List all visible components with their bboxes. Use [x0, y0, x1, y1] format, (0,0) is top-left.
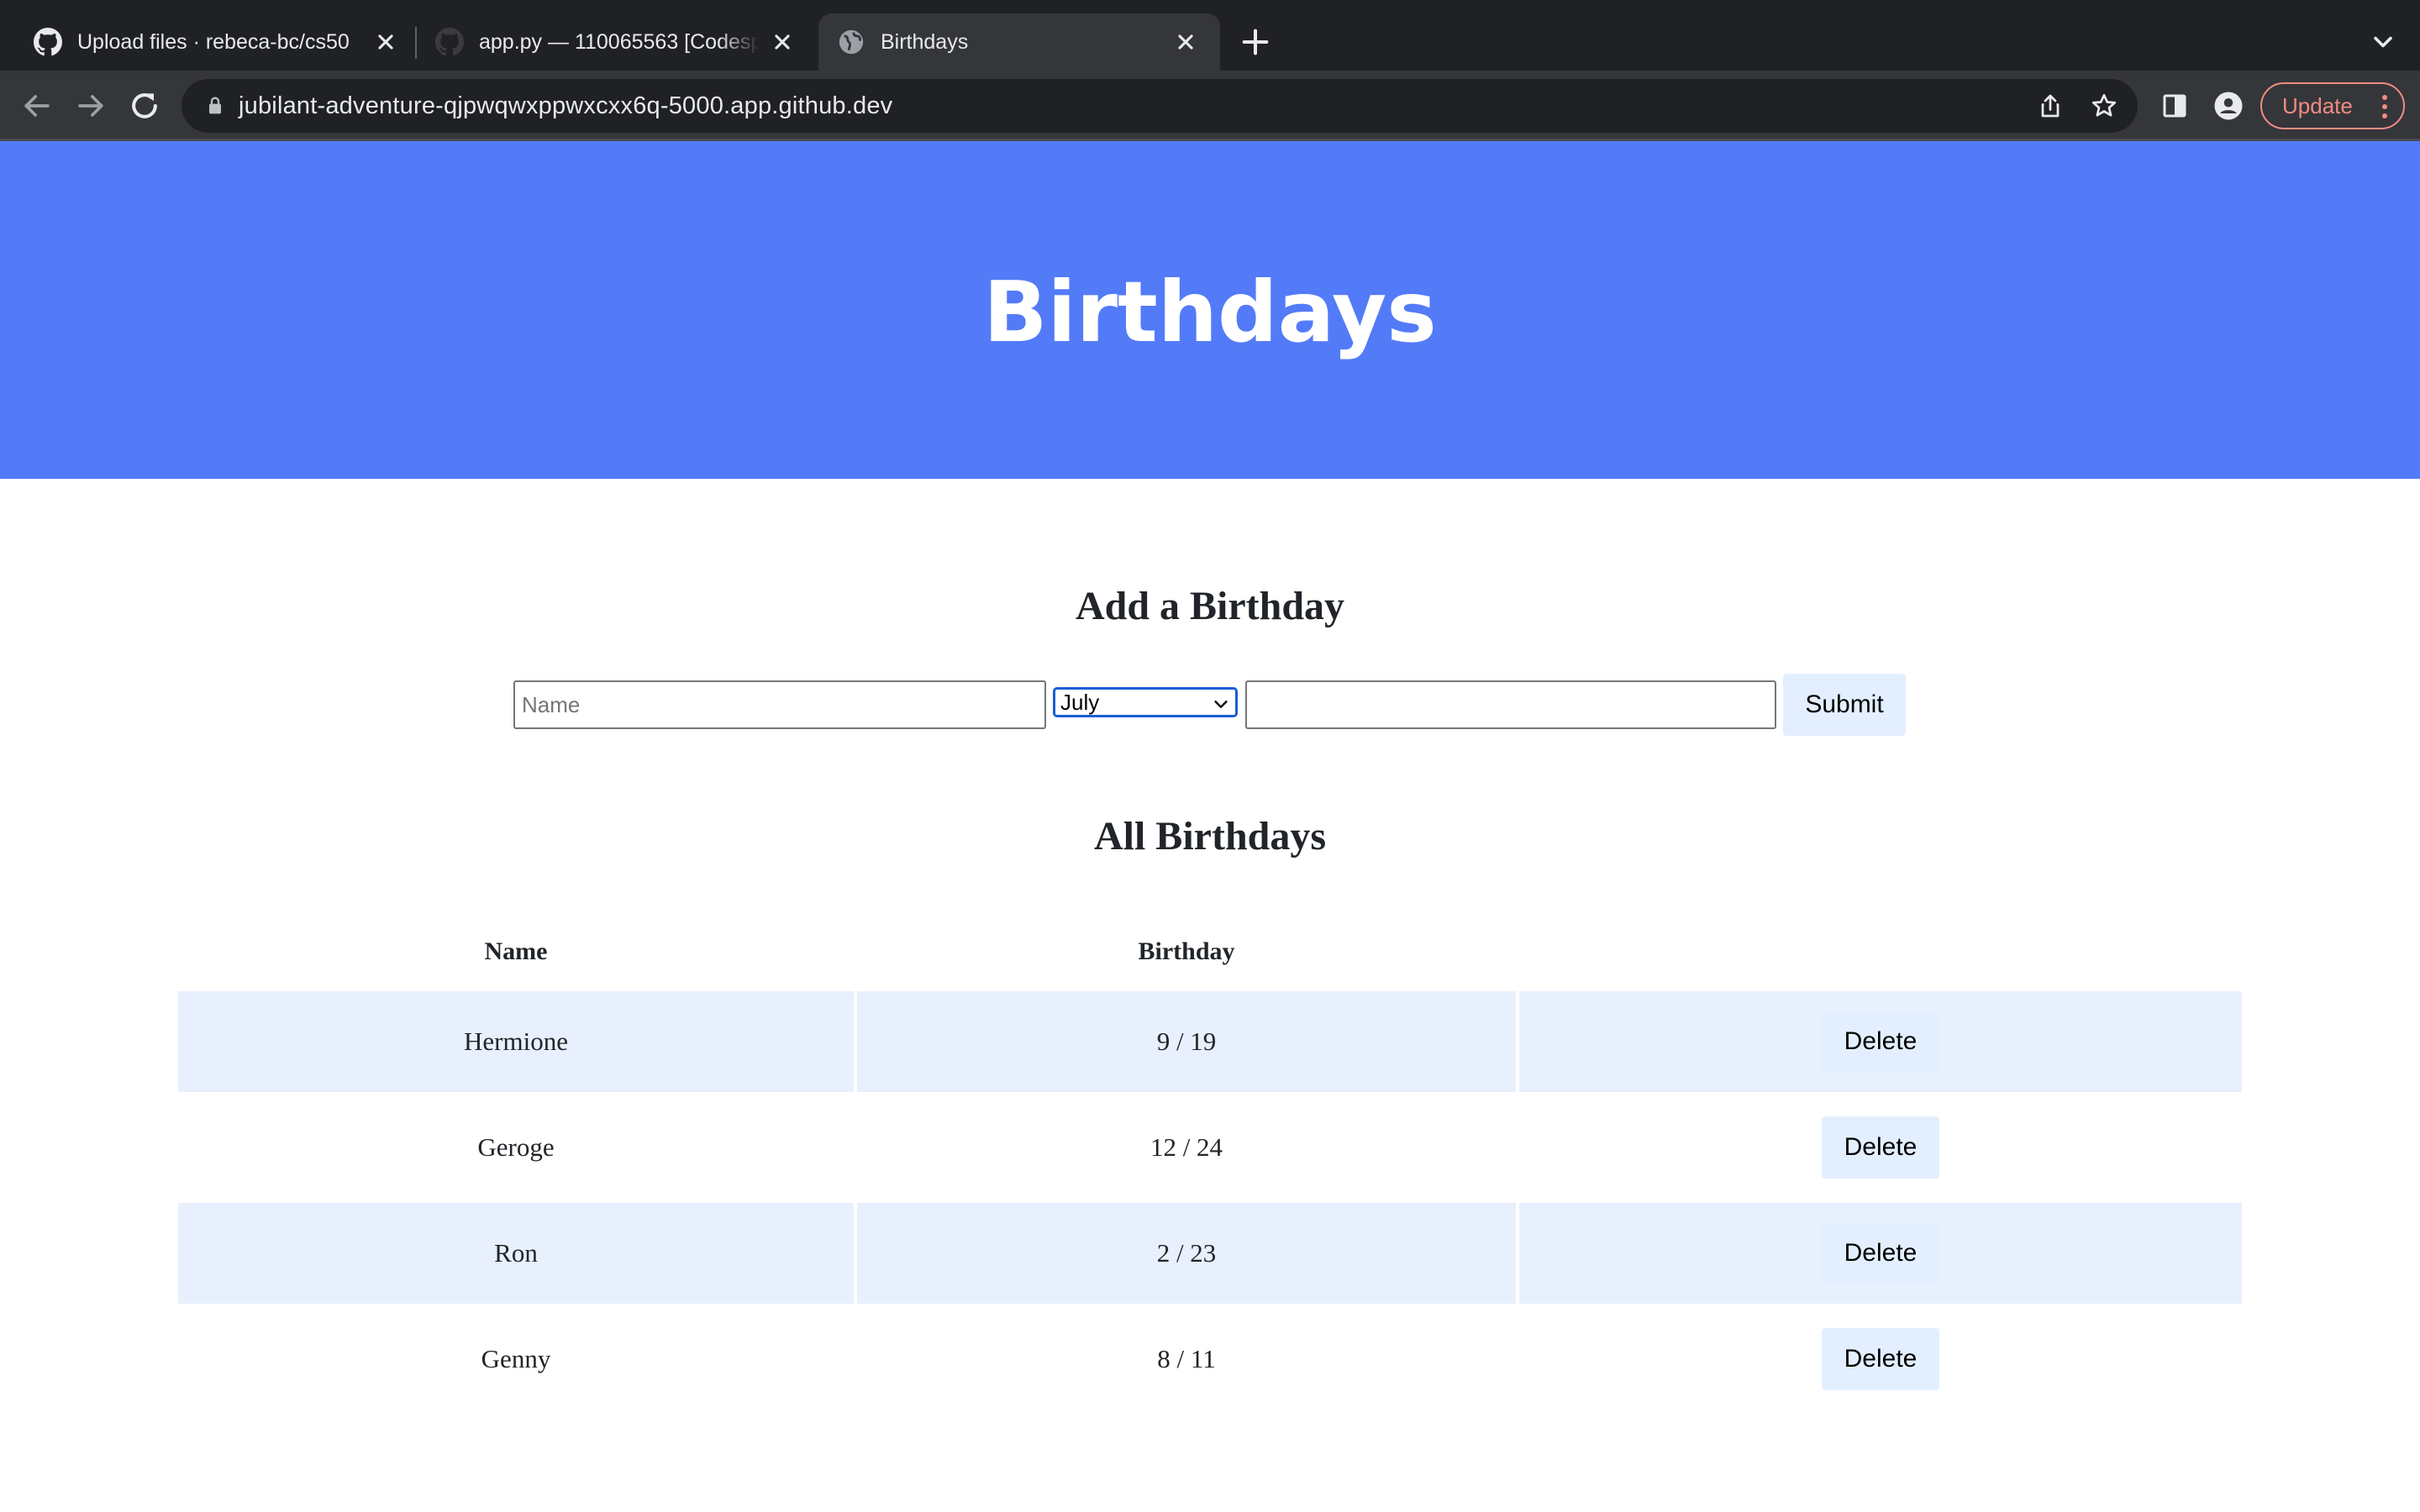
side-panel-icon[interactable]: [2160, 91, 2190, 121]
tab-search-chevron-icon[interactable]: [2368, 27, 2398, 57]
back-arrow-icon[interactable]: [18, 87, 55, 124]
reload-icon[interactable]: [126, 87, 163, 124]
day-input[interactable]: [1245, 680, 1776, 729]
name-cell: Hermione: [178, 991, 854, 1092]
delete-button[interactable]: Delete: [1822, 1011, 1939, 1073]
close-icon[interactable]: [768, 28, 797, 56]
share-icon[interactable]: [2035, 91, 2065, 121]
github-icon: [34, 28, 62, 56]
name-input[interactable]: [513, 680, 1046, 729]
github-icon: [435, 28, 464, 56]
tab-title: Upload files · rebeca-bc/cs50: [77, 29, 350, 54]
page-title: Birthdays: [983, 262, 1437, 361]
browser-tab-birthdays[interactable]: Birthdays: [818, 13, 1220, 71]
add-birthday-form: July Submit: [0, 672, 2420, 736]
birthdays-table: Name Birthday Hermione 9 / 19 Delete Ger…: [178, 912, 2242, 1415]
table-header-row: Name Birthday: [178, 912, 2242, 991]
page-header: Birthdays: [0, 141, 2420, 479]
browser-toolbar: jubilant-adventure-qjpwqwxppwxcxx6q-5000…: [0, 71, 2420, 141]
close-icon[interactable]: [1171, 28, 1200, 56]
tab-title: app.py — 110065563 [Codespaces]: [479, 29, 760, 54]
action-cell: Delete: [1519, 1309, 2242, 1410]
submit-button[interactable]: Submit: [1783, 674, 1906, 736]
name-cell: Ron: [178, 1203, 854, 1304]
add-birthday-heading: Add a Birthday: [1075, 584, 1345, 628]
month-selected-value: July: [1060, 690, 1100, 715]
delete-button[interactable]: Delete: [1822, 1328, 1939, 1390]
action-cell: Delete: [1519, 1097, 2242, 1198]
column-header-name: Name: [484, 937, 548, 965]
forward-arrow-icon[interactable]: [72, 87, 109, 124]
new-tab-icon[interactable]: [1239, 25, 1272, 59]
action-cell: Delete: [1519, 1203, 2242, 1304]
profile-icon[interactable]: [2213, 91, 2244, 121]
browser-tab-strip: Upload files · rebeca-bc/cs50 app.py — 1…: [0, 0, 2420, 71]
close-icon[interactable]: [371, 28, 400, 56]
all-birthdays-heading: All Birthdays: [1093, 814, 1327, 858]
table-row: Genny 8 / 11 Delete: [178, 1309, 2242, 1415]
browser-tab-app-py[interactable]: app.py — 110065563 [Codespaces]: [420, 13, 817, 71]
table-row: Ron 2 / 23 Delete: [178, 1203, 2242, 1309]
action-cell: Delete: [1519, 991, 2242, 1092]
name-cell: Genny: [481, 1344, 551, 1373]
url-text[interactable]: jubilant-adventure-qjpwqwxppwxcxx6q-5000…: [239, 79, 892, 133]
more-menu-icon[interactable]: [2381, 94, 2388, 119]
bookmark-star-icon[interactable]: [2089, 91, 2119, 121]
column-header-birthday: Birthday: [1138, 937, 1235, 965]
lock-icon[interactable]: [203, 94, 227, 118]
browser-tab-upload-files[interactable]: Upload files · rebeca-bc/cs50: [3, 13, 420, 71]
delete-button[interactable]: Delete: [1822, 1222, 1939, 1284]
delete-button[interactable]: Delete: [1822, 1116, 1939, 1179]
update-button[interactable]: Update: [2260, 82, 2405, 129]
birthday-cell: 8 / 11: [1157, 1344, 1216, 1373]
table-row: Hermione 9 / 19 Delete: [178, 991, 2242, 1097]
birthday-cell: 2 / 23: [857, 1203, 1516, 1304]
month-select[interactable]: July: [1053, 687, 1238, 717]
table-row: Geroge 12 / 24 Delete: [178, 1097, 2242, 1203]
birthday-cell: 12 / 24: [1150, 1132, 1223, 1162]
chevron-down-icon: [1214, 701, 1228, 708]
tab-title: Birthdays: [881, 29, 969, 54]
address-bar[interactable]: jubilant-adventure-qjpwqwxppwxcxx6q-5000…: [182, 79, 2138, 133]
globe-icon: [839, 29, 864, 55]
update-label: Update: [2282, 92, 2353, 118]
birthday-cell: 9 / 19: [857, 991, 1516, 1092]
tab-divider: [415, 27, 417, 59]
name-cell: Geroge: [477, 1132, 555, 1162]
column-header-actions: [1519, 912, 2242, 991]
